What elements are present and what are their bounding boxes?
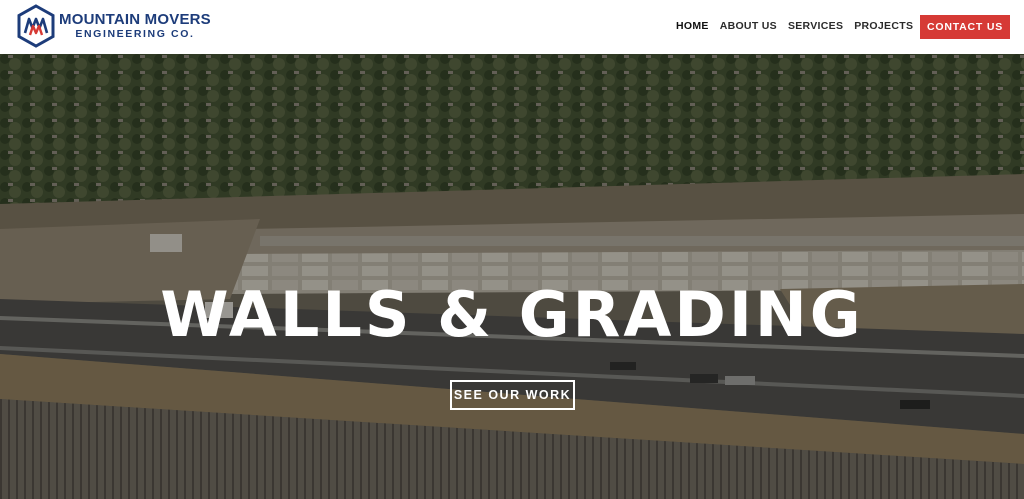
hero-overlay: [0, 54, 1024, 499]
brand-name-line1: MOUNTAIN MOVERS: [59, 10, 211, 28]
hero-title: WALLS & GRADING: [160, 278, 864, 351]
nav-item-home[interactable]: HOME: [676, 19, 709, 33]
nav-item-services[interactable]: SERVICES: [788, 19, 843, 33]
main-nav: HOME ABOUT US SERVICES PROJECTS: [676, 19, 924, 33]
see-our-work-button[interactable]: SEE OUR WORK: [450, 380, 575, 410]
nav-item-projects[interactable]: PROJECTS: [854, 19, 913, 33]
brand-name-line2: ENGINEERING CO.: [75, 27, 195, 40]
contact-us-button[interactable]: CONTACT US: [920, 15, 1010, 39]
hero-section: WALLS & GRADING SEE OUR WORK: [0, 54, 1024, 499]
mm-hexagon-logo-icon: [17, 4, 55, 48]
brand-name: MOUNTAIN MOVERS ENGINEERING CO.: [59, 10, 211, 41]
nav-item-about-us[interactable]: ABOUT US: [720, 19, 777, 33]
site-header: MOUNTAIN MOVERS ENGINEERING CO. HOME ABO…: [0, 0, 1024, 54]
brand-logo[interactable]: MOUNTAIN MOVERS ENGINEERING CO.: [17, 4, 211, 48]
